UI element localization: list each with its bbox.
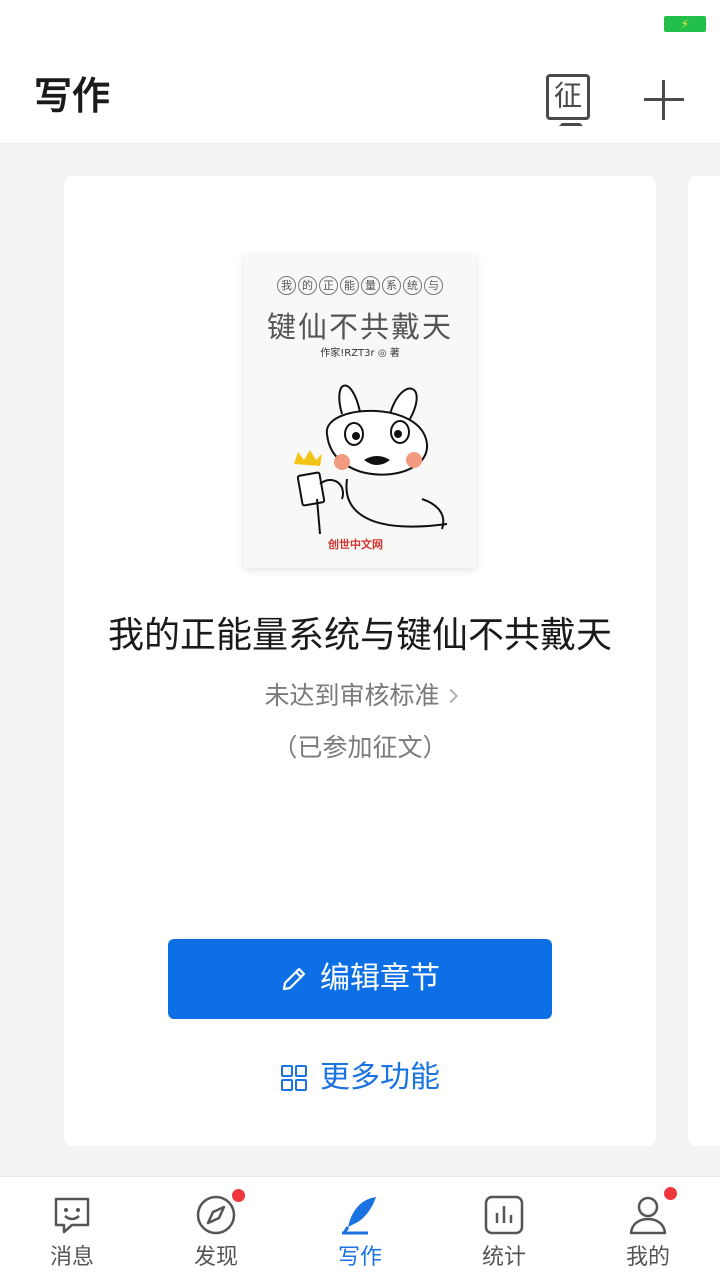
page-title: 写作: [34, 74, 111, 118]
next-book-card[interactable]: [688, 176, 720, 1146]
user-icon: [629, 1196, 667, 1235]
book-title: 我的正能量系统与键仙不共戴天: [107, 615, 612, 656]
tab-label: 我的: [625, 1245, 670, 1270]
status-bar: ⚡: [0, 0, 720, 48]
bottom-tab-bar: 消息 发现 写作 统计 我的: [0, 1176, 720, 1280]
edit-chapter-button[interactable]: 编辑章节: [168, 939, 552, 1019]
review-status-text: 未达到审核标准: [264, 681, 440, 710]
tab-label: 消息: [49, 1245, 94, 1270]
compass-icon: [196, 1195, 236, 1235]
bar-chart-icon: [484, 1195, 524, 1235]
contest-icon[interactable]: 征: [546, 74, 590, 126]
review-status-link[interactable]: 未达到审核标准: [64, 678, 656, 714]
tab-label: 发现: [193, 1245, 238, 1270]
notification-badge: [232, 1189, 245, 1202]
app-header: 写作 征: [0, 48, 720, 144]
add-icon[interactable]: [640, 76, 688, 124]
tab-discover[interactable]: 发现: [144, 1177, 288, 1280]
tab-profile[interactable]: 我的: [576, 1177, 720, 1280]
chat-bubble-icon: [54, 1197, 90, 1234]
contest-note: （已参加征文）: [272, 733, 448, 762]
pencil-icon: [282, 967, 306, 991]
cover-title-line2: 键仙不共戴天: [266, 310, 453, 344]
cover-illustration: [294, 384, 448, 534]
cover-author: 作家!RZT3r ◎ 著: [320, 348, 400, 359]
book-cover[interactable]: 我的正能量系统与 键仙不共戴天 作家!RZT3r ◎ 著 创世中文网: [244, 256, 476, 568]
notification-badge: [664, 1187, 677, 1200]
tab-statistics[interactable]: 统计: [432, 1177, 576, 1280]
tab-label: 写作: [337, 1245, 382, 1270]
tab-messages[interactable]: 消息: [0, 1177, 144, 1280]
tab-writing[interactable]: 写作: [288, 1177, 432, 1280]
grid-icon: [281, 1065, 307, 1091]
tab-label: 统计: [481, 1245, 526, 1270]
cover-title-line1: 我的正能量系统与: [244, 276, 476, 295]
quill-icon: [342, 1197, 376, 1235]
chevron-right-icon: [443, 688, 458, 704]
more-functions-button[interactable]: 更多功能: [64, 1056, 656, 1100]
cover-brand-logo: 创世中文网: [328, 538, 383, 551]
more-functions-label: 更多功能: [320, 1060, 440, 1095]
book-card[interactable]: 我的正能量系统与 键仙不共戴天 作家!RZT3r ◎ 著 创世中文网 我的正能量…: [64, 176, 656, 1146]
battery-icon: ⚡: [664, 16, 706, 32]
edit-chapter-label: 编辑章节: [320, 961, 440, 996]
